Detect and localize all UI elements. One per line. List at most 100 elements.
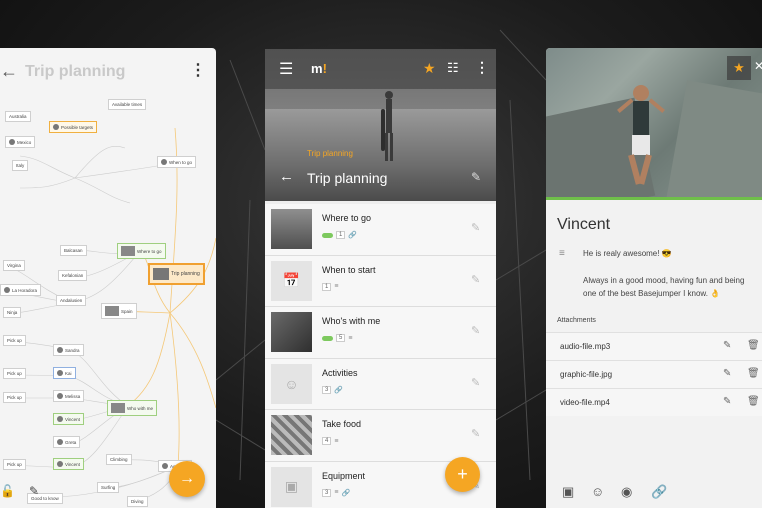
count-badge: 3	[322, 488, 332, 497]
more-vertical-icon[interactable]: ⋮	[190, 60, 206, 80]
attachment-icon: 🔗	[341, 489, 351, 497]
list-item[interactable]: Take food 4 ≡ ✎	[265, 410, 496, 462]
edit-icon[interactable]: ✎	[471, 324, 480, 337]
calendar-icon	[161, 159, 167, 165]
note-text[interactable]: He is realy awesome! 😎	[583, 249, 672, 258]
next-fab-button[interactable]: →	[169, 461, 205, 497]
palette-icon[interactable]: ◉	[621, 484, 632, 500]
flag-icon	[9, 139, 15, 145]
mindmap-node[interactable]: Kai	[53, 367, 76, 379]
arrow-left-icon[interactable]: ←	[0, 61, 18, 82]
mindmap-node[interactable]: Spain	[101, 303, 137, 319]
count-badge: 4	[322, 437, 332, 445]
edit-icon[interactable]: ✎	[471, 427, 480, 440]
star-icon[interactable]: ★	[423, 60, 436, 77]
close-icon[interactable]: ✕	[754, 59, 762, 73]
list-item[interactable]: 📅 When to start 1 ≡ ✎	[265, 255, 496, 307]
mindmap-node[interactable]: Andalusien	[56, 295, 87, 306]
list-item[interactable]: Who's with me 5 ≡ ✎	[265, 307, 496, 359]
mindmap-node[interactable]: Balcasan	[60, 245, 87, 256]
mindmap-node[interactable]: Australia	[5, 111, 31, 122]
add-fab-button[interactable]: +	[445, 457, 480, 492]
mindmap-node[interactable]: Pick up	[3, 392, 26, 403]
item-thumbnail	[271, 209, 312, 249]
attachment-name: video-file.mp4	[560, 398, 610, 407]
color-indicator	[546, 197, 762, 200]
mindmap-node[interactable]: Sandra	[53, 344, 84, 356]
surfer-figure	[381, 91, 393, 161]
mindmap-node[interactable]: Pick up	[3, 459, 26, 470]
attachment-row[interactable]: audio-file.mp3 ✎ 🗑	[546, 332, 762, 360]
mindmap-node[interactable]: Possible targets	[49, 121, 98, 133]
globe-icon	[53, 124, 59, 130]
mindmap-node[interactable]: Where to go	[117, 243, 166, 259]
item-thumbnail	[271, 415, 312, 455]
list-item[interactable]: Where to go 1 🔗 ✎	[265, 204, 496, 256]
count-badge: 3	[322, 385, 332, 394]
mindmap-node[interactable]: Kefalonian	[58, 270, 88, 281]
photo-thumbnail	[153, 268, 169, 280]
pin-icon	[4, 287, 10, 293]
attachment-row[interactable]: video-file.mp4 ✎ 🗑	[546, 388, 762, 416]
more-vertical-icon[interactable]: ⋮	[475, 59, 489, 76]
mindmap-node[interactable]: Mexico	[5, 136, 36, 148]
note-text[interactable]: Always in a good mood, having fun and be…	[583, 274, 753, 300]
mindmap-node[interactable]: Virgina	[3, 260, 25, 271]
menu-icon[interactable]: ☰	[279, 59, 293, 79]
list-screen: ☰ m! ★ ☷ ⋮ Trip planning ← Trip planning…	[265, 49, 496, 508]
lock-icon[interactable]: 🔓	[0, 484, 15, 498]
delete-icon[interactable]: 🗑	[747, 368, 760, 379]
attachment-icon[interactable]: 🔗	[651, 484, 667, 500]
mindmap-node[interactable]: Available times	[108, 99, 147, 110]
attachment-row[interactable]: graphic-file.jpg ✎ 🗑	[546, 360, 762, 388]
attachment-name: audio-file.mp3	[560, 342, 611, 351]
mindmap-node[interactable]: Who with me	[107, 400, 158, 416]
avatar	[57, 416, 63, 422]
emoji-icon[interactable]: ☺	[591, 484, 604, 499]
mindmap-node[interactable]: Surfing	[97, 482, 120, 493]
mindmap-node[interactable]: La Horadora	[0, 284, 42, 296]
edit-icon[interactable]: ✎	[723, 396, 731, 407]
edit-icon[interactable]: ✎	[723, 368, 731, 379]
edit-icon[interactable]: ✎	[29, 484, 39, 498]
delete-icon[interactable]: 🗑	[747, 340, 760, 351]
attachment-icon: 🔗	[348, 232, 358, 239]
mindmap-node[interactable]: Pick up	[3, 335, 26, 346]
mindmap-node[interactable]: Climbing	[106, 454, 132, 465]
mindmap-node[interactable]: Pick up	[3, 368, 26, 379]
breadcrumb[interactable]: Trip planning	[307, 149, 353, 158]
mindmap-node[interactable]: Greta	[53, 436, 81, 448]
list-item[interactable]: ☺ Activities 3 🔗 ✎	[265, 358, 496, 410]
page-title: Trip planning	[307, 170, 388, 186]
mindmap-node[interactable]: Italy	[12, 160, 29, 171]
mindmap-node[interactable]: Diving	[127, 496, 148, 507]
mindmap-node[interactable]: Melissa	[53, 390, 85, 402]
avatar	[57, 439, 63, 445]
avatar	[57, 370, 63, 376]
attachments-heading: Attachments	[557, 317, 596, 324]
arrow-left-icon[interactable]: ←	[279, 168, 294, 185]
app-logo: m!	[311, 61, 327, 76]
edit-icon[interactable]: ✎	[471, 170, 481, 184]
star-icon[interactable]: ★	[727, 56, 751, 80]
edit-icon[interactable]: ✎	[471, 376, 480, 389]
smiley-icon	[162, 463, 168, 469]
mindmap-connectors	[11, 127, 216, 501]
photo-thumbnail	[121, 246, 135, 256]
mindmap-node[interactable]: Vincent	[53, 413, 84, 425]
mindmap-view-icon[interactable]: ☷	[447, 60, 459, 76]
edit-icon[interactable]: ✎	[723, 340, 731, 351]
attachment-name: graphic-file.jpg	[560, 370, 613, 379]
mindmap-central-node[interactable]: Trip planning	[148, 263, 205, 285]
mindmap-node[interactable]: Ninja	[3, 307, 22, 318]
edit-icon[interactable]: ✎	[471, 273, 480, 286]
item-title: When to start	[322, 264, 376, 275]
delete-icon[interactable]: 🗑	[747, 396, 760, 407]
mindmap-title: Trip planning	[25, 63, 126, 80]
jumper-figure	[617, 85, 665, 185]
item-title: Who's with me	[322, 316, 381, 326]
edit-icon[interactable]: ✎	[471, 221, 480, 234]
mindmap-node[interactable]: When to go	[157, 156, 197, 168]
mindmap-node[interactable]: Vincent	[53, 458, 84, 470]
image-icon[interactable]: ▣	[562, 484, 574, 500]
